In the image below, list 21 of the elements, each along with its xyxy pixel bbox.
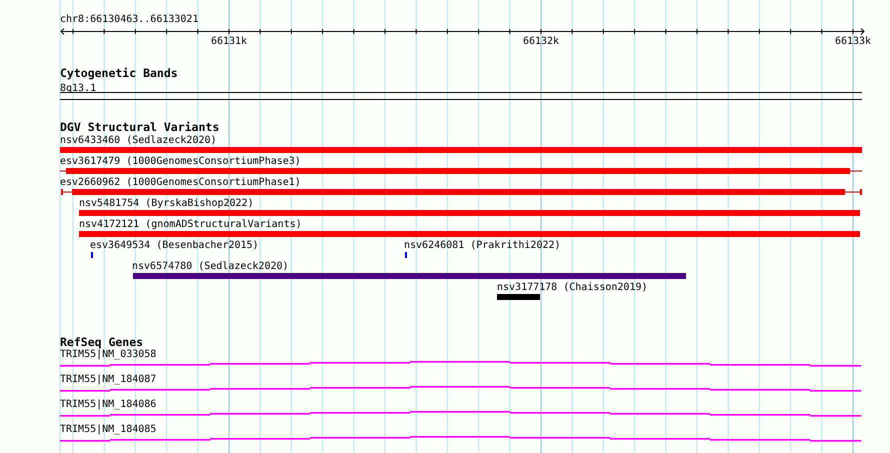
ruler-label: 66132k (522, 36, 560, 47)
ruler-label: 66131k (210, 36, 248, 47)
variant-label: esv2660962 (1000GenomesConsortiumPhase1) (60, 177, 301, 188)
track-title: DGV Structural Variants (60, 122, 220, 133)
gene-label: TRIM55|NM_033058 (60, 349, 156, 360)
gene-label: TRIM55|NM_184086 (60, 399, 156, 410)
variant-label: esv3617479 (1000GenomesConsortiumPhase3) (60, 156, 301, 167)
variant-label: nsv4172121 (gnomADStructuralVariants) (79, 219, 302, 230)
band-label: 8q13.1 (60, 83, 96, 94)
region-label: chr8:66130463..66133021 (60, 14, 198, 25)
gene-label: TRIM55|NM_184087 (60, 374, 156, 385)
variant-label: nsv6246081 (Prakrithi2022) (404, 240, 561, 251)
ruler-label: 66133k (834, 36, 872, 47)
variant-label: nsv6574780 (Sedlazeck2020) (132, 261, 289, 272)
gene-label: TRIM55|NM_184085 (60, 424, 156, 435)
variant-label: nsv5481754 (ByrskaBishop2022) (79, 198, 254, 209)
variant-label: esv3649534 (Besenbacher2015) (90, 240, 259, 251)
track-title: RefSeq Genes (60, 337, 144, 348)
variant-label: nsv6433460 (Sedlazeck2020) (60, 135, 217, 146)
track-title: Cytogenetic Bands (60, 68, 178, 79)
variant-label: nsv3177178 (Chaisson2019) (497, 282, 648, 293)
